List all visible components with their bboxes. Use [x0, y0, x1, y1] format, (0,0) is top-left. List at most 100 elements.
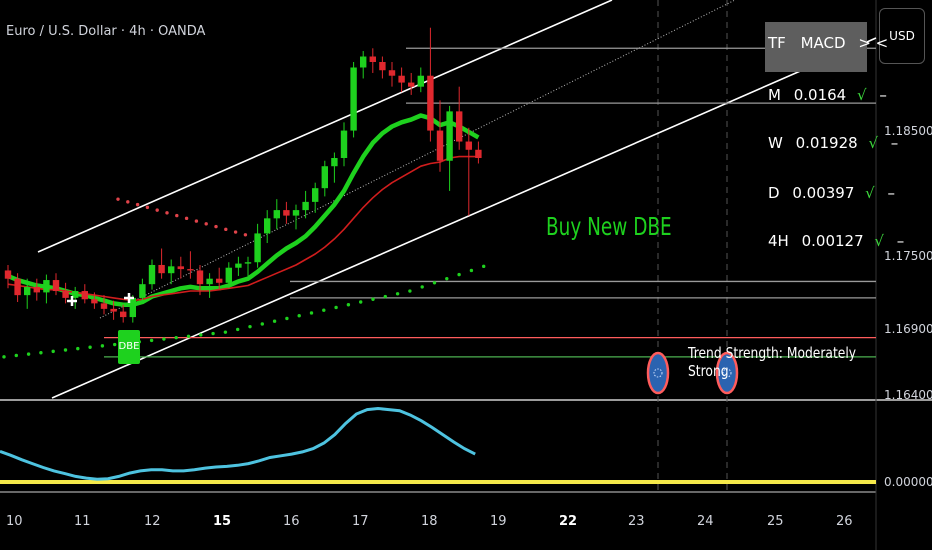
sar-dot-green [100, 344, 105, 348]
x-tick-label: 12 [144, 514, 161, 529]
macd-row-value: 0.00127 [801, 232, 864, 250]
sar-dot-green [248, 324, 252, 329]
sar-dot-green [408, 289, 412, 293]
candle-body [340, 130, 348, 158]
candle-body [168, 266, 175, 274]
sar-dot-green [334, 305, 338, 310]
sar-dot-green [457, 272, 461, 277]
sar-dot-green [174, 335, 178, 340]
candle-body [187, 269, 194, 271]
sar-dot-green [482, 264, 486, 269]
symbol-title[interactable]: Euro / U.S. Dollar · 4h · OANDA [6, 24, 205, 39]
sar-dot-green [76, 346, 80, 351]
macd-row-w: W 0.01928 √ – [768, 134, 898, 152]
check-icon: √ [874, 232, 884, 250]
candle-body [158, 264, 165, 274]
candle-body [129, 297, 136, 318]
macd-row-value: 0.00397 [792, 184, 855, 202]
candle-body [264, 218, 271, 234]
x-tick-label: 18 [421, 514, 438, 529]
candle-body [456, 111, 463, 142]
trend-strength-label: Trend Strength: Moderately Strong [688, 344, 857, 380]
macd-header-row: TF MACD > < [768, 34, 888, 52]
sar-dot-green [26, 352, 31, 356]
candle-body [408, 82, 415, 87]
sar-dot-red [184, 216, 189, 221]
candle-body [100, 303, 108, 309]
candle-body [379, 62, 386, 71]
economic-event-icon [646, 351, 670, 395]
sar-dot-green [211, 331, 215, 336]
macd-row-dash: – [896, 232, 905, 250]
sar-dot-green [149, 338, 154, 343]
candle-body [244, 262, 252, 264]
candle-body [52, 280, 60, 292]
check-icon: √ [865, 184, 875, 202]
candle-body [254, 233, 261, 263]
candle-body [465, 141, 472, 150]
sar-dot-red [214, 224, 218, 229]
candle-body [62, 291, 69, 298]
x-tick-label: 11 [74, 514, 91, 529]
candle-body [14, 278, 21, 296]
sar-dot-red [165, 211, 169, 215]
x-tick-label: 23 [628, 514, 645, 529]
chart-canvas[interactable] [0, 0, 932, 550]
indicator-line [0, 406, 476, 481]
macd-row-value: 0.0164 [793, 86, 847, 104]
sar-dot-green [272, 319, 277, 323]
sar-dot-red [243, 233, 248, 237]
macd-row-dash: – [879, 86, 887, 104]
macd-row-dash: – [887, 184, 896, 202]
candle-body [216, 278, 223, 283]
x-tick-label: 15 [213, 514, 232, 529]
sar-dot-green [297, 314, 301, 318]
candle-body [350, 67, 357, 131]
y-tick-label: 1.17500 [884, 249, 932, 263]
sar-dot-red [194, 219, 199, 223]
dbe-tag: DBE [118, 330, 140, 364]
check-icon: √ [857, 86, 867, 104]
macd-row-value: 0.01928 [795, 134, 858, 152]
candle-body [81, 291, 88, 300]
candle-body [273, 210, 280, 219]
candle-body [427, 75, 434, 131]
candle-body [446, 111, 453, 161]
sar-dot-green [383, 294, 387, 299]
sar-dot-green [260, 322, 264, 326]
sar-dot-red [126, 200, 130, 204]
sar-dot-red [145, 205, 150, 210]
candle-body [235, 263, 242, 268]
candle-body [302, 201, 309, 211]
candle-body [388, 70, 396, 76]
candle-body [475, 149, 482, 158]
x-tick-label: 10 [6, 514, 23, 529]
sar-dot-green [14, 353, 18, 358]
indicator-tick-label: 0.00000 [884, 475, 932, 489]
buy-annotation: Buy New DBE [546, 212, 672, 241]
x-tick-label: 25 [767, 514, 784, 529]
macd-row-tf: W [768, 134, 783, 152]
candle-body [312, 188, 319, 202]
sar-dot-green [223, 330, 228, 334]
sar-dot-red [175, 213, 179, 218]
candle-body [417, 75, 424, 87]
candle-body [206, 278, 213, 285]
sar-dot-green [432, 281, 437, 285]
sar-dot-green [88, 345, 92, 349]
macd-header-tf: TF [768, 34, 786, 52]
sar-dot-green [359, 300, 363, 304]
sar-dot-green [2, 355, 6, 359]
sar-dot-green [322, 308, 326, 312]
sar-dot-green [395, 292, 400, 296]
macd-row-tf: D [768, 184, 780, 202]
candle-body [43, 280, 50, 293]
macd-row-d: D 0.00397 √ – [768, 184, 895, 202]
candle-body [24, 286, 31, 296]
sar-dot-green [113, 342, 117, 347]
candle-body [225, 267, 232, 283]
candle-body [360, 56, 367, 68]
x-tick-label: 16 [283, 514, 300, 529]
sar-dot-green [39, 351, 43, 355]
sar-dot-red [116, 197, 120, 201]
